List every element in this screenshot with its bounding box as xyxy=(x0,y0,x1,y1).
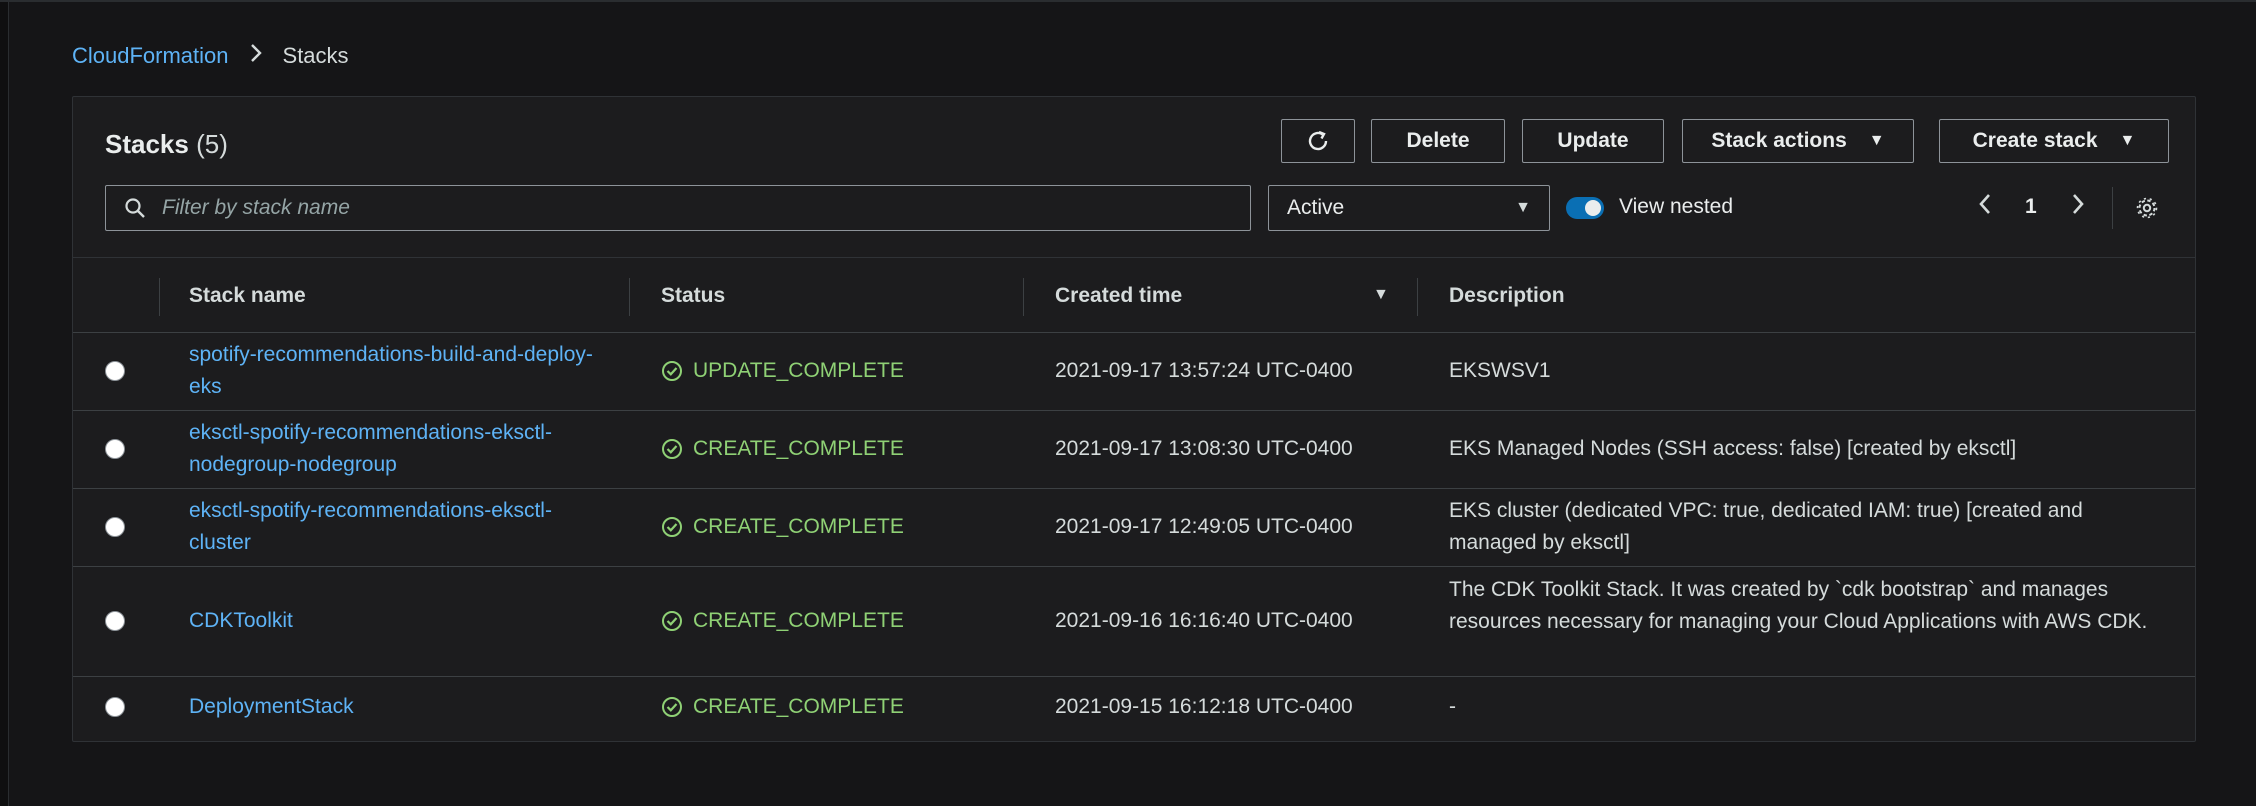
success-check-icon xyxy=(662,517,682,537)
status-text: CREATE_COMPLETE xyxy=(693,437,904,460)
gear-icon xyxy=(2136,197,2158,219)
panel-title-text: Stacks xyxy=(105,129,189,159)
created-time: 2021-09-17 12:49:05 UTC-0400 xyxy=(1055,515,1353,538)
delete-button-label: Delete xyxy=(1406,129,1470,152)
status-filter-select[interactable]: Active ▼ xyxy=(1268,185,1550,231)
success-check-icon xyxy=(662,361,682,381)
stack-actions-label: Stack actions xyxy=(1711,129,1847,152)
table-row[interactable]: spotify-recommendations-build-and-deploy… xyxy=(73,333,2195,411)
status-cell: CREATE_COMPLETE xyxy=(661,695,904,719)
stack-name-link[interactable]: eksctl-spotify-recommendations-eksctl-no… xyxy=(189,417,609,481)
table-row[interactable]: CDKToolkit CREATE_COMPLETE 2021-09-16 16… xyxy=(73,567,2195,677)
created-time: 2021-09-15 16:12:18 UTC-0400 xyxy=(1055,695,1353,718)
created-time: 2021-09-17 13:08:30 UTC-0400 xyxy=(1055,437,1353,460)
stack-count: (5) xyxy=(196,129,228,159)
next-page-button[interactable] xyxy=(2070,191,2086,224)
stacks-panel: Stacks (5) Delete Update Stack actions ▼… xyxy=(72,96,2196,742)
row-select-radio[interactable] xyxy=(105,439,125,459)
filter-box[interactable] xyxy=(105,185,1251,231)
status-cell: CREATE_COMPLETE xyxy=(661,515,904,539)
chevron-left-icon xyxy=(1979,194,1990,214)
top-border xyxy=(0,0,2256,2)
status-cell: UPDATE_COMPLETE xyxy=(661,359,904,383)
view-nested-toggle[interactable] xyxy=(1566,197,1604,219)
column-header-stack-name[interactable]: Stack name xyxy=(189,284,306,308)
success-check-icon xyxy=(662,697,682,717)
table-row[interactable]: eksctl-spotify-recommendations-eksctl-cl… xyxy=(73,489,2195,567)
stack-actions-dropdown[interactable]: Stack actions ▼ xyxy=(1682,119,1914,163)
column-header-status[interactable]: Status xyxy=(661,284,725,308)
sort-descending-icon[interactable]: ▼ xyxy=(1373,286,1389,304)
breadcrumb: CloudFormation Stacks xyxy=(72,42,349,70)
status-text: CREATE_COMPLETE xyxy=(693,695,904,718)
row-select-radio[interactable] xyxy=(105,611,125,631)
update-button-label: Update xyxy=(1557,129,1629,152)
success-check-icon xyxy=(662,439,682,459)
toggle-knob xyxy=(1585,200,1601,216)
caret-down-icon: ▼ xyxy=(2119,132,2136,149)
left-nav-edge xyxy=(0,0,9,806)
refresh-button[interactable] xyxy=(1281,119,1355,163)
table-row[interactable]: DeploymentStack CREATE_COMPLETE 2021-09-… xyxy=(73,677,2195,739)
status-text: CREATE_COMPLETE xyxy=(693,609,904,632)
row-select-radio[interactable] xyxy=(105,697,125,717)
status-text: UPDATE_COMPLETE xyxy=(693,359,904,382)
stack-name-link[interactable]: CDKToolkit xyxy=(189,605,609,637)
description: The CDK Toolkit Stack. It was created by… xyxy=(1449,578,2148,633)
column-divider xyxy=(159,278,160,316)
column-divider xyxy=(1023,278,1024,316)
previous-page-button[interactable] xyxy=(1977,191,1993,224)
stack-name-link[interactable]: spotify-recommendations-build-and-deploy… xyxy=(189,339,609,403)
preferences-button[interactable] xyxy=(2135,196,2159,225)
create-stack-dropdown[interactable]: Create stack ▼ xyxy=(1939,119,2169,163)
table-header: Stack name Status Created time ▼ Descrip… xyxy=(73,257,2195,333)
status-filter-value: Active xyxy=(1287,196,1345,219)
status-cell: CREATE_COMPLETE xyxy=(661,609,904,633)
created-time: 2021-09-16 16:16:40 UTC-0400 xyxy=(1055,609,1353,632)
caret-down-icon: ▼ xyxy=(1868,132,1885,149)
filter-input[interactable] xyxy=(160,195,1224,221)
table-row[interactable]: eksctl-spotify-recommendations-eksctl-no… xyxy=(73,411,2195,489)
status-text: CREATE_COMPLETE xyxy=(693,515,904,538)
search-icon xyxy=(125,198,145,218)
chevron-right-icon xyxy=(249,42,263,70)
success-check-icon xyxy=(662,611,682,631)
view-nested-label: View nested xyxy=(1619,195,1734,218)
breadcrumb-current: Stacks xyxy=(282,43,349,68)
create-stack-label: Create stack xyxy=(1972,129,2098,152)
stack-name-link[interactable]: DeploymentStack xyxy=(189,691,609,723)
description: EKSWSV1 xyxy=(1449,359,1551,382)
current-page-number[interactable]: 1 xyxy=(2025,195,2037,219)
divider xyxy=(2112,187,2113,229)
update-button[interactable]: Update xyxy=(1522,119,1664,163)
row-select-radio[interactable] xyxy=(105,361,125,381)
column-divider xyxy=(1417,278,1418,316)
caret-down-icon: ▼ xyxy=(1515,199,1531,216)
stack-name-link[interactable]: eksctl-spotify-recommendations-eksctl-cl… xyxy=(189,495,609,559)
column-header-created-time[interactable]: Created time xyxy=(1055,284,1182,308)
status-cell: CREATE_COMPLETE xyxy=(661,437,904,461)
description: EKS Managed Nodes (SSH access: false) [c… xyxy=(1449,437,2017,460)
description: EKS cluster (dedicated VPC: true, dedica… xyxy=(1449,499,2083,554)
refresh-icon xyxy=(1308,130,1328,151)
column-divider xyxy=(629,278,630,316)
delete-button[interactable]: Delete xyxy=(1371,119,1505,163)
stacks-table: Stack name Status Created time ▼ Descrip… xyxy=(73,257,2195,739)
created-time: 2021-09-17 13:57:24 UTC-0400 xyxy=(1055,359,1353,382)
row-select-radio[interactable] xyxy=(105,517,125,537)
page-title: Stacks (5) xyxy=(105,129,228,160)
breadcrumb-link-cloudformation[interactable]: CloudFormation xyxy=(72,43,229,69)
column-header-description[interactable]: Description xyxy=(1449,284,1565,308)
chevron-right-icon xyxy=(2073,194,2084,214)
description: - xyxy=(1449,695,1456,718)
